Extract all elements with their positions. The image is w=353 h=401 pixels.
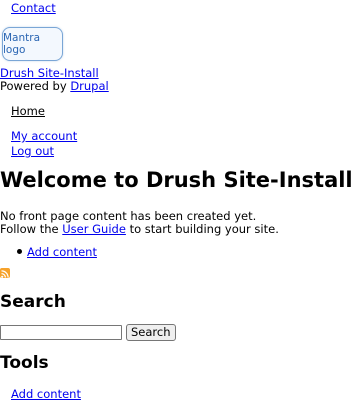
follow-text: Follow the User Guide to start building … [0, 222, 279, 236]
logo-alt-text: Mantra logo [3, 32, 41, 56]
user-guide-link[interactable]: User Guide [62, 222, 126, 236]
account-menu-log-out[interactable]: Log out [11, 144, 54, 158]
rss-feed-icon[interactable] [0, 268, 10, 278]
account-menu-my-account[interactable]: My account [11, 129, 77, 143]
follow-prefix: Follow the [0, 222, 59, 236]
powered-by: Powered by Drupal [0, 79, 109, 93]
nav-link-contact[interactable]: Contact [11, 1, 56, 15]
follow-suffix: to start building your site. [129, 222, 279, 236]
page-title: Welcome to Drush Site-Install [0, 168, 353, 192]
list-bullet [17, 249, 22, 254]
powered-by-prefix: Powered by [0, 79, 67, 93]
search-input[interactable] [0, 325, 122, 340]
search-button[interactable]: Search [126, 324, 176, 341]
tools-heading: Tools [0, 353, 49, 373]
tools-add-content-link[interactable]: Add content [11, 387, 81, 401]
drupal-link[interactable]: Drupal [70, 79, 108, 93]
intro-text: No front page content has been created y… [0, 209, 257, 223]
site-logo[interactable]: Mantra logo [2, 27, 63, 61]
search-heading: Search [0, 292, 66, 312]
main-menu-home[interactable]: Home [11, 104, 45, 118]
site-name-link[interactable]: Drush Site-Install [0, 66, 99, 80]
add-content-link[interactable]: Add content [27, 245, 97, 259]
